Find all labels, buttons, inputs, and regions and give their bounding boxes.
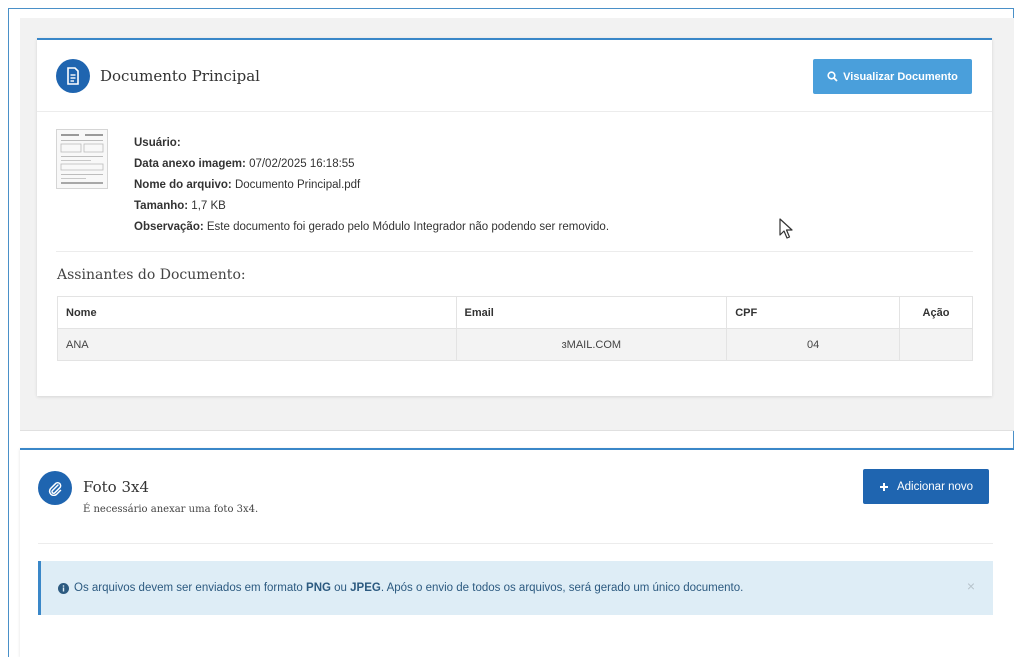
column-header-email: Email xyxy=(455,296,728,329)
info-alert: Os arquivos devem ser enviados em format… xyxy=(38,561,993,615)
signer-action-cell xyxy=(899,328,973,361)
signers-title: Assinantes do Documento: xyxy=(57,267,246,283)
document-metadata: Usuário: Data anexo imagem: 07/02/2025 1… xyxy=(134,133,609,238)
alert-message: Os arquivos devem ser enviados em format… xyxy=(74,582,744,594)
signers-table: Nome Email CPF Ação ANA ɜMAIL.COM 04 xyxy=(57,296,973,361)
signer-name-cell: ANA xyxy=(57,328,457,361)
search-icon xyxy=(827,71,838,82)
table-header-row: Nome Email CPF Ação xyxy=(57,296,973,329)
table-row: ANA ɜMAIL.COM 04 xyxy=(57,328,973,361)
plus-icon xyxy=(879,482,888,491)
column-header-name: Nome xyxy=(57,296,457,329)
close-icon[interactable]: × xyxy=(967,578,975,594)
document-icon xyxy=(56,59,90,93)
meta-note: Observação: Este documento foi gerado pe… xyxy=(134,221,610,233)
mouse-cursor-icon xyxy=(779,218,793,239)
column-header-cpf: CPF xyxy=(726,296,901,329)
add-new-label: Adicionar novo xyxy=(896,480,974,493)
document-thumbnail[interactable] xyxy=(56,129,108,189)
divider xyxy=(56,251,973,252)
signer-cpf-cell: 04 xyxy=(726,328,901,361)
meta-user: Usuário: xyxy=(134,137,181,149)
meta-date: Data anexo imagem: 07/02/2025 16:18:55 xyxy=(134,158,355,170)
view-document-label: Visualizar Documento xyxy=(843,70,958,83)
divider xyxy=(38,543,993,544)
photo-card-subtitle: É necessário anexar uma foto 3x4. xyxy=(83,504,259,515)
photo-card-title: Foto 3x4 xyxy=(83,478,149,496)
meta-filename: Nome do arquivo: Documento Principal.pdf xyxy=(134,179,361,191)
signer-email-cell: ɜMAIL.COM xyxy=(455,328,728,361)
info-icon xyxy=(58,582,69,594)
photo-card: Foto 3x4 É necessário anexar uma foto 3x… xyxy=(20,448,1014,657)
meta-size: Tamanho: 1,7 KB xyxy=(134,200,226,212)
document-card-header: Documento Principal Visualizar Documento xyxy=(37,40,992,112)
view-document-button[interactable]: Visualizar Documento xyxy=(813,59,972,94)
column-header-action: Ação xyxy=(899,296,973,329)
add-new-button[interactable]: Adicionar novo xyxy=(863,469,989,504)
document-card-title: Documento Principal xyxy=(100,67,260,85)
document-card: Documento Principal Visualizar Documento xyxy=(37,38,992,396)
paperclip-icon xyxy=(38,471,72,505)
